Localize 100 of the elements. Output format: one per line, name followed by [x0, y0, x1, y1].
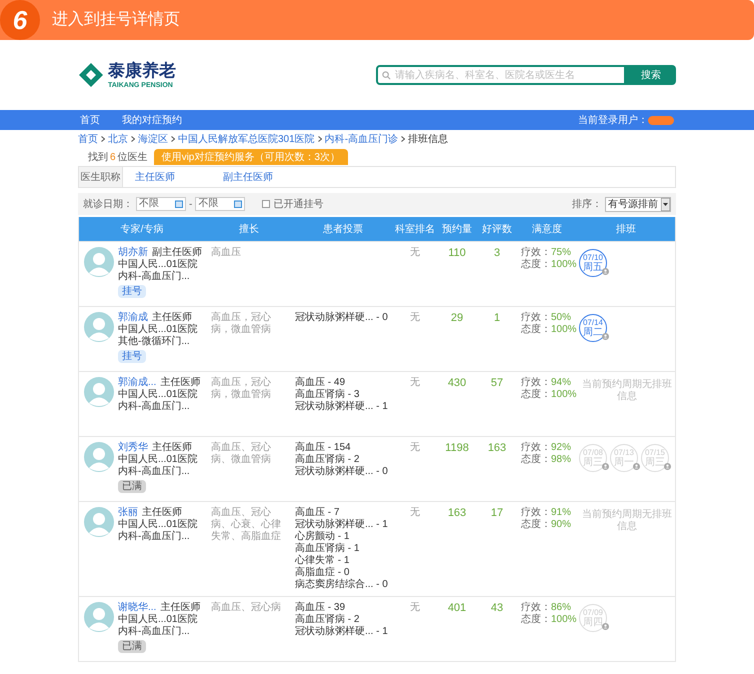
vote-count: 高脂血症 - 0: [295, 567, 350, 578]
filter-option[interactable]: 主任医师: [135, 170, 211, 184]
nav-link[interactable]: 我的对症预约: [122, 112, 182, 128]
doctor-title: 主任医师: [152, 312, 192, 324]
person-icon: [633, 463, 640, 470]
vote-count: 高血压肾病 - 2: [295, 614, 360, 626]
date-field[interactable]: 不限: [195, 197, 246, 211]
vote-count: 高血压 - 49: [295, 377, 346, 388]
sort-label: 排序：: [572, 198, 602, 212]
breadcrumb-link[interactable]: 海淀区: [138, 132, 168, 146]
doctor-name-link[interactable]: 胡亦新: [118, 247, 148, 259]
result-label: 找到: [88, 150, 108, 164]
bookings-count: 1198: [444, 442, 470, 454]
doctor-name-link[interactable]: 郭渝成...: [118, 377, 156, 389]
hospital-name: 中国人民...01医院: [118, 389, 198, 400]
step-number: 6: [0, 0, 40, 40]
reviews-count: 17: [490, 507, 504, 519]
no-schedule-text: 当前预约周期无排班信息: [581, 379, 673, 403]
hospital-name: 中国人民...01医院: [118, 454, 198, 466]
vote-count: 高血压肾病 - 1: [295, 543, 360, 554]
vote-count: 冠状动脉粥样硬... - 1: [295, 401, 388, 413]
filter-option[interactable]: 副主任医师: [223, 170, 299, 184]
person-icon: [602, 623, 609, 630]
reviews-count: 3: [492, 247, 502, 259]
column-header: 专家/专病: [120, 222, 164, 236]
register-button[interactable]: 挂号: [118, 285, 146, 298]
schedule-slot[interactable]: 07/14 周二: [579, 314, 607, 342]
doctor-title: 主任医师: [152, 442, 192, 454]
doctor-name-link[interactable]: 郭渝成: [118, 312, 148, 324]
rating-value: 94%: [551, 377, 572, 389]
breadcrumb-link[interactable]: 首页: [78, 132, 98, 146]
specialty-text: 高血压: [210, 247, 242, 259]
vote-count: 冠状动脉粥样硬... - 0: [295, 312, 388, 324]
banner-title: 进入到挂号详情页: [52, 10, 180, 30]
specialty-text: 高血压、冠心病: [210, 602, 282, 614]
vote-count: 心房颤动 - 1: [295, 531, 350, 542]
register-button[interactable]: 挂号: [118, 350, 146, 363]
breadcrumb-link[interactable]: 中国人民解放军总医院301医院: [178, 132, 315, 146]
rank-value: 无: [409, 507, 421, 519]
vote-count: 高血压 - 7: [295, 507, 340, 518]
column-header: 擅长: [238, 222, 260, 236]
chevron-icon: [401, 136, 406, 142]
calendar-icon: [234, 200, 242, 208]
rank-value: 无: [409, 442, 421, 454]
rank-value: 无: [409, 377, 421, 389]
chevron-icon: [131, 136, 135, 142]
date-label: 就诊日期：: [83, 198, 133, 212]
doctor-title: 主任医师: [160, 602, 200, 614]
rating-label: 态度：: [521, 259, 551, 271]
calendar-icon: [175, 200, 183, 208]
breadcrumb-link[interactable]: 内科-高血压门诊: [324, 132, 398, 146]
avatar-icon: [84, 442, 114, 472]
column-header: 患者投票: [322, 222, 364, 236]
vote-count: 心律失常 - 1: [295, 555, 350, 566]
breadcrumb-link[interactable]: 北京: [108, 132, 128, 146]
column-header: 满意度: [531, 222, 563, 236]
doctor-name-link[interactable]: 谢晓华...: [118, 602, 156, 614]
rating-value: 100%: [551, 259, 577, 271]
rating-label: 态度：: [521, 614, 551, 626]
doctor-title: 副主任医师: [152, 247, 202, 258]
rank-value: 无: [409, 312, 421, 324]
search-button[interactable]: 搜索: [626, 65, 676, 85]
rating-value: 90%: [551, 519, 572, 531]
department-name: 内科-高血压门...: [118, 401, 190, 413]
department-name: 内科-高血压门...: [118, 531, 190, 543]
rating-value: 50%: [551, 312, 572, 324]
no-schedule-text: 当前预约周期无排班信息: [581, 509, 673, 533]
rating-label: 疗效：: [521, 377, 551, 388]
sort-select[interactable]: 有号源排前: [605, 196, 671, 212]
person-icon: [602, 333, 609, 340]
rating-value: 86%: [551, 602, 572, 614]
nav-link[interactable]: 首页: [80, 112, 100, 128]
bookings-count: 29: [450, 312, 464, 324]
avatar-icon: [84, 507, 114, 537]
person-icon: [602, 268, 609, 275]
date-field[interactable]: 不限: [136, 197, 186, 211]
username-badge: [648, 116, 674, 124]
person-icon: [664, 463, 671, 470]
result-label: 位医生: [118, 150, 148, 164]
bookings-count: 163: [446, 507, 468, 519]
doctor-name-link[interactable]: 刘秀华: [118, 442, 148, 454]
rating-value: 100%: [551, 389, 577, 401]
bookings-count: 430: [446, 377, 468, 389]
rating-value: 98%: [551, 454, 572, 466]
chevron-icon: [171, 136, 175, 142]
doctor-name-link[interactable]: 张丽: [118, 507, 138, 519]
specialty-text: 高血压、冠心病、微血管病: [210, 442, 272, 466]
rating-value: 91%: [551, 507, 572, 519]
vote-count: 冠状动脉粥样硬... - 1: [295, 626, 388, 638]
avatar-icon: [84, 602, 114, 632]
search-field[interactable]: 请输入疾病名、科室名、医院名或医生名: [376, 65, 626, 85]
rank-value: 无: [409, 602, 421, 614]
column-header: 好评数: [481, 222, 513, 236]
checkbox[interactable]: [262, 200, 270, 208]
rating-label: 态度：: [521, 389, 551, 401]
bookings-count: 401: [446, 602, 468, 614]
doctor-title: 主任医师: [142, 507, 182, 519]
vote-count: 冠状动脉粥样硬... - 0: [295, 466, 388, 478]
rating-value: 75%: [551, 247, 572, 259]
schedule-slot[interactable]: 07/10 周五: [579, 249, 607, 277]
